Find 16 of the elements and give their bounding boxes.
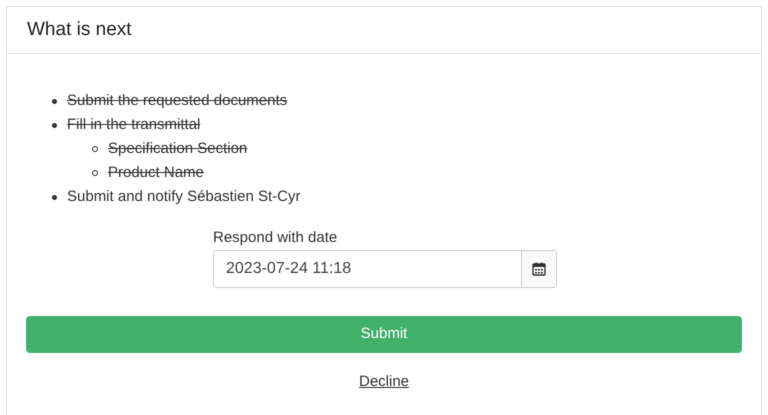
task-text: Submit and notify Sébastien St-Cyr	[67, 186, 300, 207]
calendar-icon	[532, 262, 546, 276]
task-text: Specification Section	[108, 138, 248, 159]
calendar-button[interactable]	[521, 251, 556, 287]
date-field[interactable]: 2023-07-24 11:18	[213, 250, 557, 288]
task-text: Submit the requested documents	[67, 90, 288, 111]
bullet-icon	[92, 170, 98, 176]
task-text: Fill in the transmittal	[67, 114, 200, 135]
bullet-icon	[52, 122, 57, 128]
decline-link[interactable]: Decline	[358, 371, 410, 394]
task-text: Product Name	[108, 162, 204, 183]
bullet-icon	[92, 146, 98, 152]
card-title: What is next	[27, 18, 132, 42]
bullet-icon	[52, 194, 57, 200]
field-label: Respond with date	[213, 228, 338, 248]
bullet-icon	[52, 98, 57, 104]
